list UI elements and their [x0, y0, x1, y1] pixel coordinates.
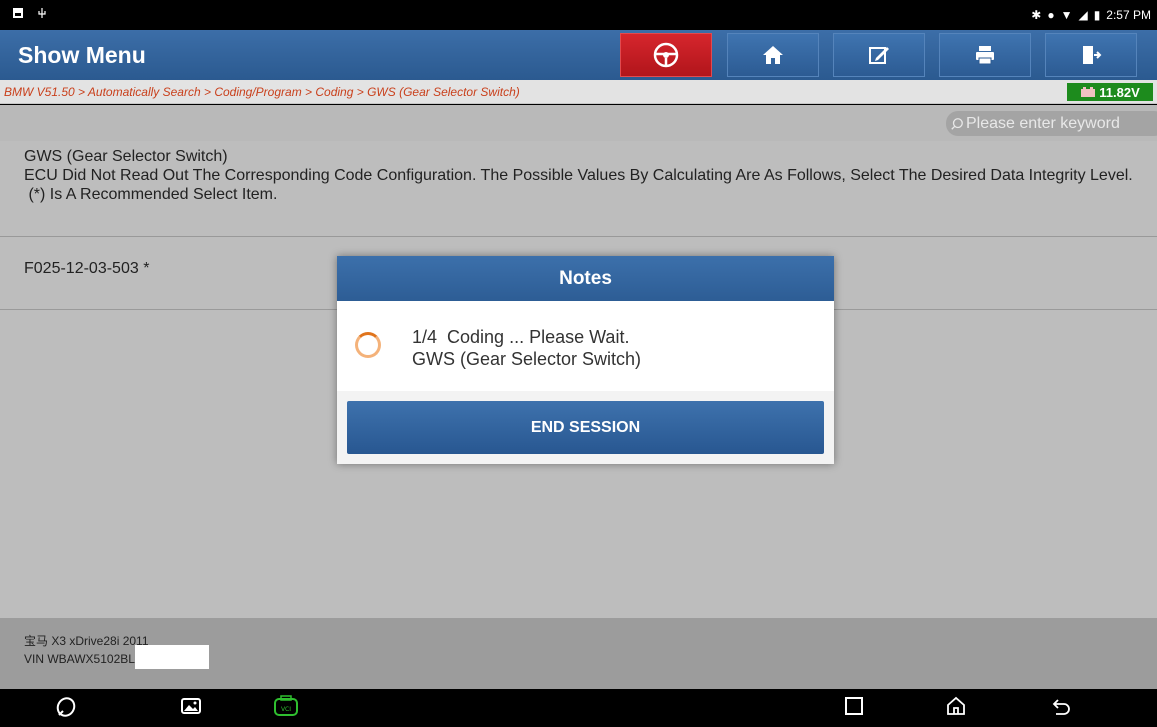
wifi-icon: ▼: [1060, 8, 1073, 22]
dialog-progress-text: 1/4 Coding ... Please Wait.: [412, 327, 630, 347]
recents-icon: [845, 697, 863, 715]
gallery-button[interactable]: [180, 695, 202, 722]
search-row: [0, 105, 1157, 141]
dialog-body: 1/4 Coding ... Please Wait. GWS (Gear Se…: [337, 301, 834, 391]
title-bar: Show Menu: [0, 30, 1157, 80]
info-module-name: GWS (Gear Selector Switch): [24, 148, 228, 165]
breadcrumb-path: BMW V51.50 > Automatically Search > Codi…: [4, 85, 520, 99]
battery-voltage-badge: 11.82V: [1067, 83, 1153, 101]
dialog-module-text: GWS (Gear Selector Switch): [412, 349, 642, 369]
gallery-icon: [181, 698, 201, 714]
info-description: ECU Did Not Read Out The Corresponding C…: [24, 167, 1133, 184]
print-icon: [976, 46, 994, 65]
exit-button[interactable]: [1045, 33, 1137, 77]
home-nav-button[interactable]: [945, 695, 967, 722]
info-panel: GWS (Gear Selector Switch) ECU Did Not R…: [0, 141, 1157, 237]
loading-spinner-icon: [355, 332, 381, 358]
search-box[interactable]: [946, 111, 1157, 136]
car-battery-icon: [1081, 87, 1096, 97]
status-bar: ✱ ● ▼ ◢ ▮ 2:57 PM: [0, 0, 1157, 30]
vin-row: VIN WBAWX5102BL: [24, 644, 1133, 669]
edit-button[interactable]: [833, 33, 925, 77]
battery-icon: ▮: [1093, 8, 1101, 22]
vin-redaction: [134, 644, 209, 669]
page-title: Show Menu: [18, 42, 146, 68]
vci-icon: VCI: [274, 695, 298, 716]
back-icon: [1052, 699, 1070, 715]
steering-wheel-button[interactable]: [620, 33, 712, 77]
home-button[interactable]: [727, 33, 819, 77]
back-button[interactable]: [1050, 695, 1072, 722]
home-icon: [763, 46, 783, 64]
end-session-button[interactable]: END SESSION: [347, 401, 824, 454]
do-not-disturb-icon: ●: [1047, 8, 1055, 22]
signal-icon: ◢: [1078, 8, 1088, 22]
battery-voltage: 11.82V: [1099, 84, 1140, 100]
vin-number: VIN WBAWX5102BL: [24, 652, 135, 666]
svg-text:VCI: VCI: [281, 706, 291, 713]
exit-icon: [1083, 46, 1102, 64]
search-icon: [951, 117, 963, 130]
breadcrumb: BMW V51.50 > Automatically Search > Codi…: [0, 80, 1157, 104]
usb-icon: [38, 8, 46, 18]
navigation-bar: VCI: [0, 689, 1157, 727]
launcher-icon: [56, 697, 76, 717]
dialog-message: 1/4 Coding ... Please Wait. GWS (Gear Se…: [412, 326, 641, 370]
edit-icon: [869, 47, 889, 64]
clock: 2:57 PM: [1106, 8, 1151, 22]
steering-wheel-icon: [653, 42, 679, 68]
search-input[interactable]: [966, 114, 1157, 133]
home-nav-icon: [947, 696, 965, 715]
bluetooth-icon: ✱: [1031, 8, 1042, 22]
recents-button[interactable]: [843, 695, 865, 722]
print-button[interactable]: [939, 33, 1031, 77]
vci-button[interactable]: VCI: [272, 695, 300, 724]
info-recommendation: (*) Is A Recommended Select Item.: [24, 186, 278, 203]
notification-image-icon: [13, 8, 23, 18]
vehicle-info-footer: 宝马 X3 xDrive28i 2011 VIN WBAWX5102BL: [0, 618, 1157, 689]
notes-dialog: Notes 1/4 Coding ... Please Wait. GWS (G…: [337, 256, 834, 464]
app-launcher-button[interactable]: [54, 695, 78, 724]
dialog-title: Notes: [337, 256, 834, 301]
